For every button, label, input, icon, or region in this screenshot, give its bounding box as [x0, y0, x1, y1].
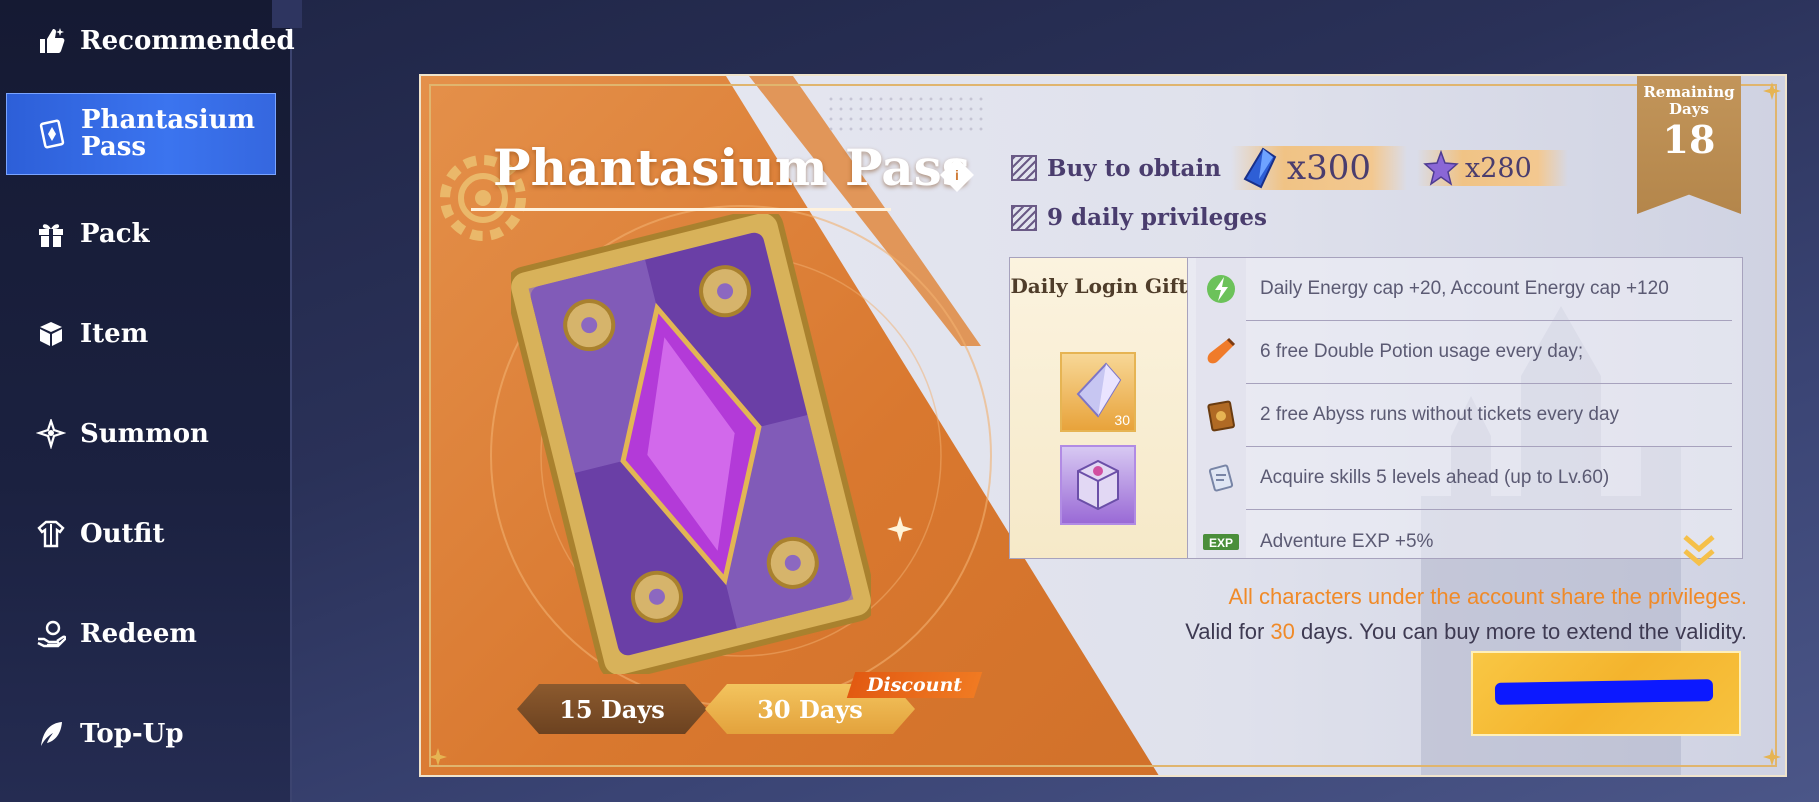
reward-star-amount: x280 — [1465, 152, 1532, 184]
sidebar-item-label: Summon — [80, 419, 209, 449]
feather-icon — [36, 719, 66, 749]
gift-crystal-slot[interactable]: 30 — [1060, 352, 1136, 432]
list-item: 6 free Double Potion usage every day; — [1196, 320, 1732, 384]
list-item: EXP Adventure EXP +5% — [1196, 510, 1732, 558]
discount-label: Discount — [867, 674, 963, 696]
valid-suffix: days. You can buy more to extend the val… — [1294, 619, 1747, 644]
energy-icon — [1196, 258, 1246, 321]
daily-login-gift: Daily Login Gift 30 — [1010, 258, 1188, 558]
reward-star: x280 — [1417, 150, 1568, 186]
summon-icon — [36, 419, 66, 449]
sidebar-item-label: Redeem — [80, 619, 197, 649]
skill-book-icon — [1196, 446, 1246, 510]
remaining-days-value: 18 — [1662, 116, 1716, 162]
potion-icon — [1196, 320, 1246, 384]
remaining-days-label: Remaining Days — [1643, 83, 1735, 119]
cube-icon — [36, 319, 66, 349]
gift-icon — [36, 219, 66, 249]
login-gift-title: Daily Login Gift — [1010, 274, 1188, 298]
hatch-icon — [1011, 204, 1037, 231]
sidebar: Recommended Phantasium Pass Pack Item Su… — [0, 0, 295, 802]
sidebar-item-summon[interactable]: Summon — [6, 393, 276, 475]
buy-rewards-row: Buy to obtain x300 x280 — [1011, 146, 1568, 190]
valid-days: 30 — [1270, 619, 1295, 644]
redacted-price — [1494, 679, 1714, 705]
list-item: 2 free Abyss runs without tickets every … — [1196, 383, 1732, 447]
buy-label: Buy to obtain — [1047, 154, 1221, 182]
sidebar-item-recommended[interactable]: Recommended — [6, 0, 295, 82]
sidebar-item-redeem[interactable]: Redeem — [6, 593, 276, 675]
reward-crystal-amount: x300 — [1286, 148, 1371, 188]
privilege-text: 2 free Abyss runs without tickets every … — [1260, 404, 1620, 425]
list-item: Daily Energy cap +20, Account Energy cap… — [1196, 258, 1732, 321]
sidebar-item-label: Pack — [80, 219, 150, 249]
remaining-days-ribbon: Remaining Days 18 — [1637, 76, 1741, 214]
redeem-icon — [36, 619, 66, 649]
corner-star-icon — [1763, 82, 1781, 100]
exp-icon: EXP — [1196, 510, 1246, 558]
sidebar-item-pack[interactable]: Pack — [6, 193, 276, 275]
pass-card-artwork — [511, 214, 871, 674]
buy-button[interactable] — [1471, 651, 1741, 736]
decorative-square — [272, 0, 302, 28]
sidebar-item-label: Outfit — [80, 519, 165, 549]
chest-icon — [1077, 459, 1119, 511]
ticket-icon — [1196, 383, 1246, 447]
card-icon — [37, 119, 67, 149]
privileges-label: 9 daily privileges — [1047, 204, 1267, 231]
dot-pattern — [826, 94, 986, 134]
sidebar-item-label: Top-Up — [80, 719, 184, 749]
privilege-text: 6 free Double Potion usage every day; — [1260, 341, 1584, 362]
sidebar-item-top-up[interactable]: Top-Up — [6, 693, 276, 775]
tab-15-days[interactable]: 15 Days — [517, 684, 707, 734]
hatch-icon — [1011, 155, 1037, 181]
sidebar-item-item[interactable]: Item — [6, 293, 276, 375]
sidebar-item-label: Recommended — [80, 26, 295, 56]
pass-card-panel: Phantasium Pass i 15 Days 30 Days Discou… — [419, 74, 1787, 777]
validity-note: Valid for 30 days. You can buy more to e… — [1185, 619, 1747, 645]
discount-badge: Discount — [846, 672, 983, 698]
page-title: Phantasium Pass — [493, 138, 970, 197]
privileges-heading: 9 daily privileges — [1011, 204, 1267, 231]
gift-chest-slot[interactable] — [1060, 445, 1136, 525]
reward-crystal: x300 — [1230, 146, 1407, 190]
privilege-text: Adventure EXP +5% — [1260, 530, 1434, 552]
privilege-text: Daily Energy cap +20, Account Energy cap… — [1260, 278, 1669, 299]
list-item: Acquire skills 5 levels ahead (up to Lv.… — [1196, 446, 1732, 510]
outfit-icon — [36, 519, 66, 549]
privilege-text: Acquire skills 5 levels ahead (up to Lv.… — [1260, 467, 1610, 488]
blue-crystal-icon — [1243, 147, 1277, 189]
privileges-list: Daily Energy cap +20, Account Energy cap… — [1188, 258, 1742, 558]
svg-text:EXP: EXP — [1209, 536, 1233, 550]
sidebar-item-outfit[interactable]: Outfit — [6, 493, 276, 575]
thumbs-up-icon — [36, 26, 66, 56]
title-underline — [471, 208, 891, 211]
chevron-down-icon[interactable] — [1679, 531, 1719, 571]
sparkle-icon — [887, 516, 913, 542]
share-note: All characters under the account share t… — [1228, 584, 1747, 609]
sidebar-item-phantasium-pass[interactable]: Phantasium Pass — [6, 93, 276, 175]
sidebar-item-label: Item — [80, 319, 149, 349]
privileges-box: Daily Login Gift 30 Daily Energy cap +20… — [1009, 257, 1743, 559]
gift-count: 30 — [1114, 412, 1130, 428]
star-shard-icon — [1423, 150, 1459, 186]
sidebar-item-label: Phantasium Pass — [81, 104, 255, 162]
corner-star-icon — [1763, 748, 1781, 766]
corner-star-icon — [429, 748, 447, 766]
valid-prefix: Valid for — [1185, 619, 1271, 644]
